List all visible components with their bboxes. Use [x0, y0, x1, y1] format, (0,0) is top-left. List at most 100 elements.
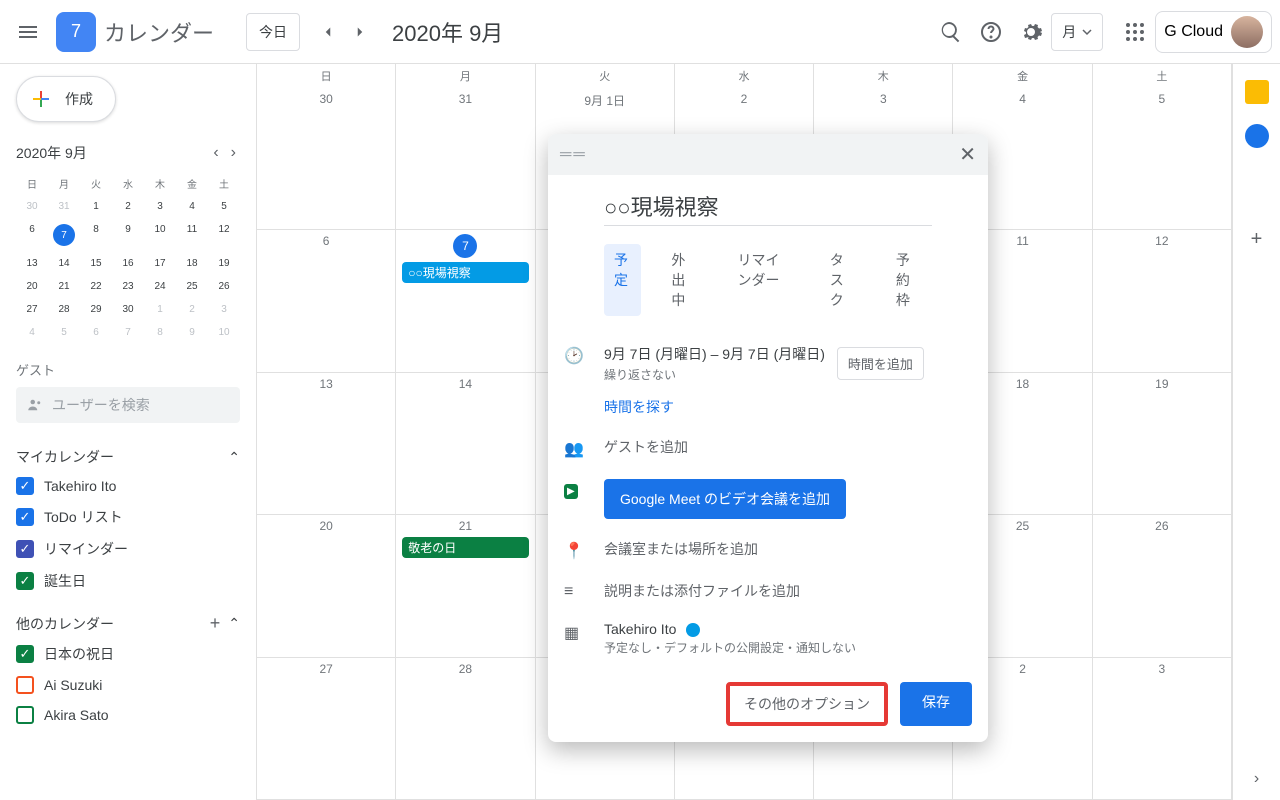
- day-cell[interactable]: 12: [1093, 230, 1232, 372]
- mini-day[interactable]: 15: [80, 252, 112, 275]
- mini-day[interactable]: 4: [176, 195, 208, 218]
- tasks-addon-button[interactable]: [1245, 124, 1269, 148]
- add-guests-field[interactable]: ゲストを追加: [604, 437, 988, 457]
- mini-day[interactable]: 5: [48, 321, 80, 344]
- find-time-link[interactable]: 時間を探す: [604, 397, 988, 417]
- mini-day[interactable]: 4: [16, 321, 48, 344]
- event-type-tab[interactable]: 予定: [604, 244, 641, 316]
- more-options-button[interactable]: その他のオプション: [726, 682, 888, 726]
- drag-handle-icon[interactable]: ══: [560, 146, 587, 164]
- event-type-tab[interactable]: タスク: [820, 244, 866, 316]
- mini-day[interactable]: 24: [144, 275, 176, 298]
- mini-day[interactable]: 17: [144, 252, 176, 275]
- calendar-item[interactable]: リマインダー: [16, 533, 240, 565]
- day-cell[interactable]: 7○○現場視察: [396, 230, 535, 372]
- day-cell[interactable]: 28: [396, 658, 535, 800]
- mini-day[interactable]: 6: [16, 218, 48, 252]
- day-cell[interactable]: 13: [257, 373, 396, 515]
- mini-next-button[interactable]: ›: [227, 142, 240, 164]
- calendar-item[interactable]: Ai Suzuki: [16, 670, 240, 700]
- mini-day[interactable]: 13: [16, 252, 48, 275]
- mini-day[interactable]: 3: [208, 298, 240, 321]
- mini-day[interactable]: 1: [144, 298, 176, 321]
- mini-day[interactable]: 30: [112, 298, 144, 321]
- search-button[interactable]: [931, 12, 971, 52]
- mini-day[interactable]: 2: [112, 195, 144, 218]
- help-button[interactable]: [971, 12, 1011, 52]
- mini-day[interactable]: 25: [176, 275, 208, 298]
- event-type-tab[interactable]: リマインダー: [728, 244, 800, 316]
- add-meet-button[interactable]: Google Meet のビデオ会議を追加: [604, 479, 846, 519]
- my-calendars-toggle[interactable]: マイカレンダー ⌃: [16, 443, 240, 471]
- calendar-event[interactable]: 敬老の日: [402, 537, 528, 558]
- apps-button[interactable]: [1115, 12, 1155, 52]
- event-repeat[interactable]: 繰り返さない: [604, 366, 825, 383]
- day-cell[interactable]: 31: [396, 88, 535, 230]
- keep-addon-button[interactable]: [1245, 80, 1269, 104]
- main-menu-button[interactable]: [8, 12, 48, 52]
- mini-day[interactable]: 6: [80, 321, 112, 344]
- mini-day[interactable]: 21: [48, 275, 80, 298]
- mini-day[interactable]: 27: [16, 298, 48, 321]
- mini-day[interactable]: 14: [48, 252, 80, 275]
- day-cell[interactable]: 20: [257, 515, 396, 657]
- event-type-tab[interactable]: 予約枠: [886, 244, 932, 316]
- calendar-event[interactable]: ○○現場視察: [402, 262, 528, 283]
- calendar-owner-label[interactable]: Takehiro Ito: [604, 621, 676, 637]
- today-button[interactable]: 今日: [246, 13, 300, 51]
- calendar-checkbox[interactable]: [16, 706, 34, 724]
- settings-button[interactable]: [1011, 12, 1051, 52]
- mini-day[interactable]: 7: [48, 218, 80, 252]
- day-cell[interactable]: 5: [1093, 88, 1232, 230]
- view-selector[interactable]: 月: [1051, 13, 1103, 51]
- close-button[interactable]: ✕: [959, 142, 976, 167]
- event-title-input[interactable]: [604, 187, 932, 226]
- mini-day[interactable]: 1: [80, 195, 112, 218]
- calendar-checkbox[interactable]: [16, 645, 34, 663]
- collapse-panel-button[interactable]: ›: [1254, 770, 1259, 800]
- mini-day[interactable]: 9: [112, 218, 144, 252]
- mini-day[interactable]: 8: [80, 218, 112, 252]
- day-cell[interactable]: 30: [257, 88, 396, 230]
- calendar-checkbox[interactable]: [16, 572, 34, 590]
- mini-day[interactable]: 31: [48, 195, 80, 218]
- mini-day[interactable]: 28: [48, 298, 80, 321]
- save-button[interactable]: 保存: [900, 682, 972, 726]
- calendar-checkbox[interactable]: [16, 540, 34, 558]
- day-cell[interactable]: 6: [257, 230, 396, 372]
- create-button[interactable]: 作成: [16, 76, 116, 122]
- day-cell[interactable]: 27: [257, 658, 396, 800]
- mini-day[interactable]: 26: [208, 275, 240, 298]
- mini-day[interactable]: 23: [112, 275, 144, 298]
- mini-day[interactable]: 10: [208, 321, 240, 344]
- mini-day[interactable]: 18: [176, 252, 208, 275]
- day-cell[interactable]: 14: [396, 373, 535, 515]
- get-addons-button[interactable]: +: [1251, 228, 1263, 251]
- calendar-item[interactable]: 誕生日: [16, 565, 240, 597]
- add-description-field[interactable]: 説明または添付ファイルを追加: [604, 581, 988, 601]
- calendar-item[interactable]: Takehiro Ito: [16, 471, 240, 501]
- event-type-tab[interactable]: 外出中: [661, 244, 707, 316]
- mini-day[interactable]: 29: [80, 298, 112, 321]
- mini-day[interactable]: 5: [208, 195, 240, 218]
- mini-day[interactable]: 19: [208, 252, 240, 275]
- calendar-item[interactable]: Akira Sato: [16, 700, 240, 730]
- calendar-checkbox[interactable]: [16, 508, 34, 526]
- calendar-checkbox[interactable]: [16, 676, 34, 694]
- other-calendars-toggle[interactable]: 他のカレンダー + ⌃: [16, 609, 240, 638]
- account-chip[interactable]: G Cloud: [1155, 11, 1272, 53]
- calendar-checkbox[interactable]: [16, 477, 34, 495]
- day-cell[interactable]: 19: [1093, 373, 1232, 515]
- event-date-range[interactable]: 9月 7日 (月曜日) – 9月 7日 (月曜日): [604, 344, 825, 364]
- guest-search-input[interactable]: ユーザーを検索: [16, 387, 240, 423]
- mini-day[interactable]: 11: [176, 218, 208, 252]
- calendar-item[interactable]: ToDo リスト: [16, 501, 240, 533]
- day-cell[interactable]: 26: [1093, 515, 1232, 657]
- mini-day[interactable]: 22: [80, 275, 112, 298]
- mini-day[interactable]: 9: [176, 321, 208, 344]
- next-month-button[interactable]: [344, 16, 376, 48]
- prev-month-button[interactable]: [312, 16, 344, 48]
- mini-prev-button[interactable]: ‹: [209, 142, 222, 164]
- add-calendar-button[interactable]: +: [210, 613, 221, 634]
- mini-day[interactable]: 2: [176, 298, 208, 321]
